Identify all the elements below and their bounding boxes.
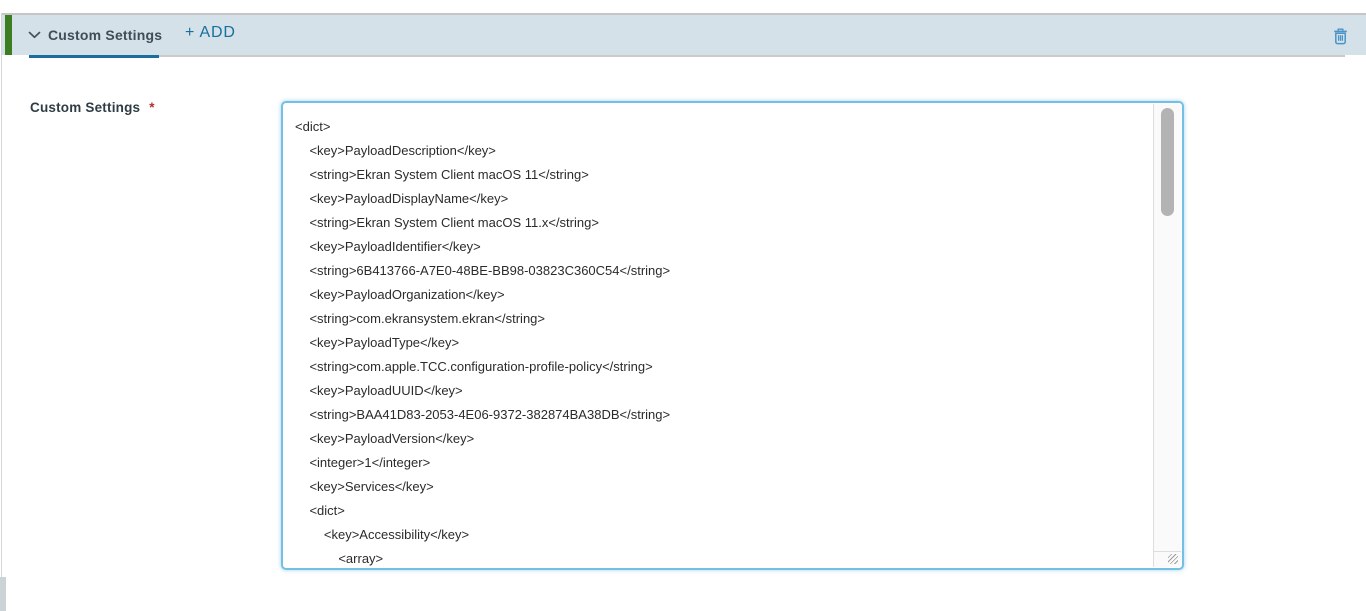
custom-settings-page: Custom Settings + ADD Custom Settings * <… — [0, 0, 1366, 611]
chevron-down-icon[interactable] — [28, 31, 41, 39]
section-accent-bar — [5, 15, 12, 55]
resize-grip-icon — [1168, 554, 1178, 564]
custom-settings-textarea[interactable]: <dict> <key>PayloadDescription</key> <st… — [283, 103, 1182, 568]
page-scrollbar-corner — [0, 577, 6, 611]
tab-custom-settings[interactable]: Custom Settings — [28, 15, 162, 55]
trash-icon[interactable] — [1330, 26, 1350, 46]
required-marker: * — [149, 100, 154, 115]
page-left-edge — [1, 13, 2, 611]
tabbar-bottom-line — [159, 55, 1345, 57]
section-tab-bar: Custom Settings + ADD — [2, 15, 1366, 55]
add-payload-button[interactable]: + ADD — [185, 24, 236, 42]
textarea-scrollbar-track[interactable] — [1153, 104, 1181, 567]
custom-settings-editor: <dict> <key>PayloadDescription</key> <st… — [281, 101, 1184, 570]
textarea-resize-corner[interactable] — [1154, 551, 1181, 567]
field-label-text: Custom Settings — [30, 100, 140, 115]
field-label: Custom Settings * — [30, 100, 155, 115]
textarea-scrollbar-thumb[interactable] — [1161, 108, 1174, 216]
tab-label: Custom Settings — [48, 27, 162, 43]
active-tab-underline — [29, 55, 159, 58]
